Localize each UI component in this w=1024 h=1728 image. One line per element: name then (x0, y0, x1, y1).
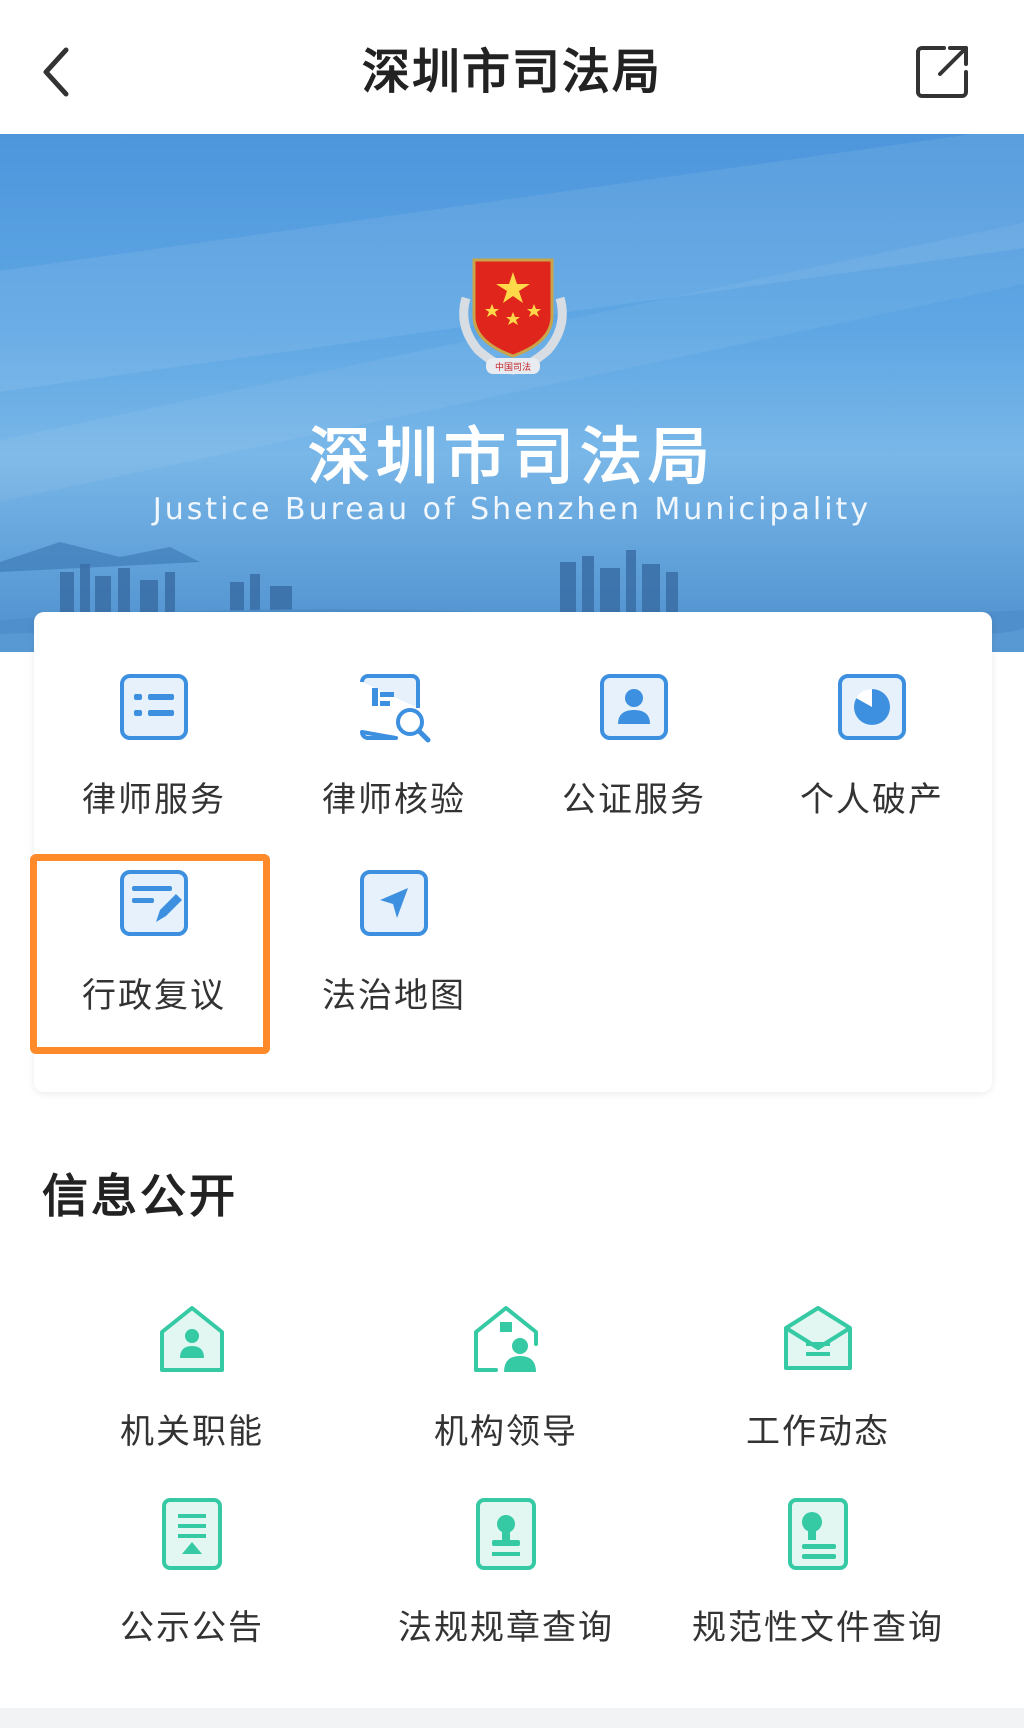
info-item-normative-docs[interactable]: 规范性文件查询 (668, 1496, 968, 1666)
share-icon[interactable] (914, 42, 972, 100)
service-notary[interactable]: 公证服务 (514, 654, 754, 824)
service-label: 律师核验 (322, 780, 466, 820)
info-item-regulations[interactable]: 法规规章查询 (356, 1496, 656, 1666)
banner-title: 深圳市司法局 (307, 420, 716, 493)
normative-document-icon (788, 1498, 848, 1570)
bottom-divider (0, 1708, 1024, 1728)
list-document-icon (120, 674, 188, 740)
notice-document-icon (162, 1498, 222, 1570)
document-search-icon (360, 674, 431, 743)
info-item-notices[interactable]: 公示公告 (42, 1496, 342, 1666)
nav-bar: 深圳市司法局 (0, 0, 1024, 134)
info-label: 法规规章查询 (398, 1608, 614, 1648)
page-title: 深圳市司法局 (361, 44, 662, 100)
navigation-map-icon (360, 870, 428, 936)
house-person-icon (160, 1306, 224, 1372)
service-admin-review[interactable]: 行政复议 (34, 850, 274, 1020)
info-item-leaders[interactable]: 机构领导 (356, 1300, 656, 1470)
emblem-text: 中国司法 (495, 361, 531, 373)
service-law-map[interactable]: 法治地图 (274, 850, 514, 1020)
banner-subtitle: Justice Bureau of Shenzhen Municipality (152, 492, 872, 527)
section-title: 信息公开 (42, 1169, 238, 1223)
pie-chart-icon (838, 674, 906, 740)
open-envelope-icon (784, 1306, 852, 1370)
service-lawyer-verify[interactable]: 律师核验 (274, 654, 514, 824)
person-card-icon (600, 674, 668, 740)
info-label: 工作动态 (746, 1412, 890, 1452)
service-label: 律师服务 (82, 780, 226, 820)
service-label: 行政复议 (82, 976, 226, 1016)
service-card: 律师服务 律师核验 公证服务 个人破产 行政复议 法治地图 (30, 612, 992, 1092)
house-leader-icon (474, 1306, 538, 1372)
service-label: 个人破产 (800, 780, 944, 820)
info-item-functions[interactable]: 机关职能 (42, 1300, 342, 1470)
edit-document-icon (120, 870, 188, 936)
header-banner: 中国司法 深圳市司法局 Justice Bureau of Shenzhen M… (0, 134, 1024, 652)
service-bankruptcy[interactable]: 个人破产 (752, 654, 992, 824)
service-label: 法治地图 (322, 976, 466, 1016)
service-lawyer[interactable]: 律师服务 (34, 654, 274, 824)
justice-emblem-logo: 中国司法 (459, 258, 567, 375)
back-arrow-icon[interactable] (34, 42, 82, 102)
stamp-document-icon (476, 1498, 536, 1570)
info-label: 公示公告 (120, 1608, 264, 1648)
info-label: 规范性文件查询 (692, 1608, 944, 1648)
info-label: 机关职能 (120, 1412, 264, 1452)
info-item-news[interactable]: 工作动态 (668, 1300, 968, 1470)
info-label: 机构领导 (434, 1412, 578, 1452)
service-label: 公证服务 (562, 780, 706, 820)
